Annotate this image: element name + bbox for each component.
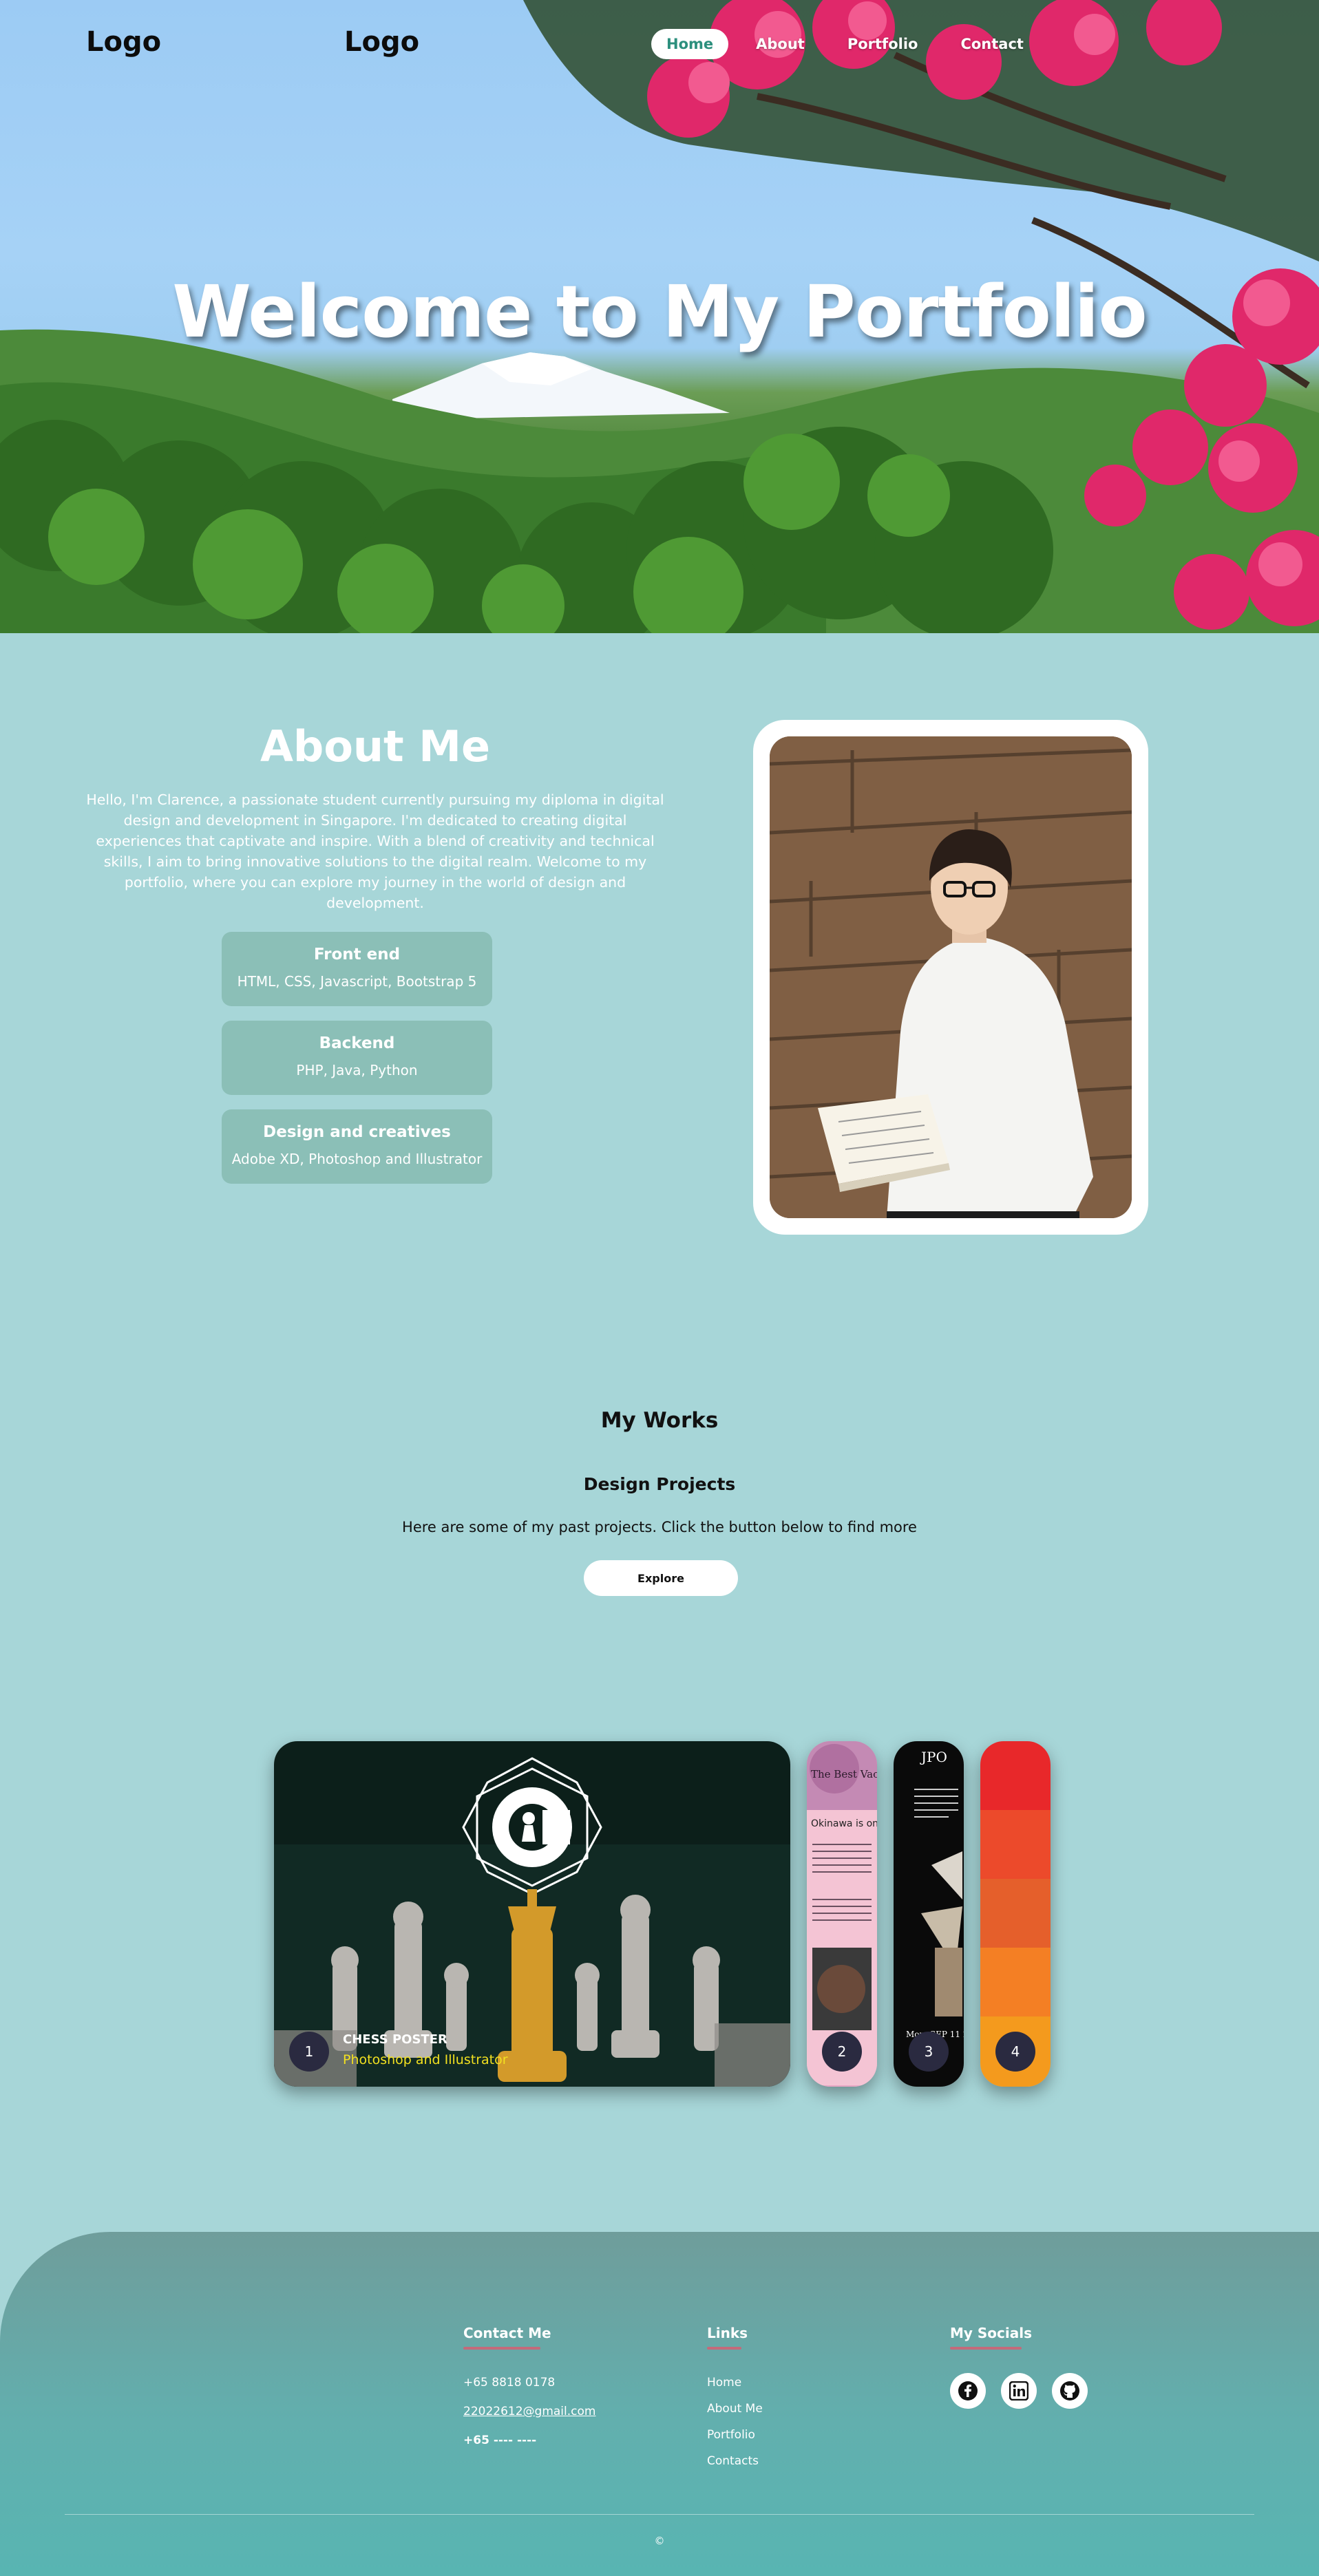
footer-link-about[interactable]: About Me: [707, 2402, 763, 2416]
footer-socials-title: My Socials: [950, 2325, 1033, 2341]
profile-photo: [770, 736, 1132, 1218]
palette-swatch: [980, 1741, 1051, 1810]
about-title: About Me: [260, 721, 491, 771]
skill-card-frontend: Front end HTML, CSS, Javascript, Bootstr…: [222, 932, 492, 1006]
github-icon[interactable]: [1052, 2373, 1088, 2409]
skill-title: Design and creatives: [263, 1123, 451, 1141]
facebook-icon[interactable]: [950, 2373, 986, 2409]
about-paragraph: Hello, I'm Clarence, a passionate studen…: [86, 791, 664, 911]
card-subtitle: Photoshop and Illustrator: [343, 2052, 508, 2067]
project-card-palette[interactable]: 4: [980, 1741, 1051, 2087]
footer-underline: [707, 2347, 741, 2350]
works-title: My Works: [600, 1408, 719, 1433]
explore-button[interactable]: Explore: [584, 1560, 738, 1596]
editorial-heading: JPO: [920, 1749, 947, 1765]
project-card-magazine[interactable]: The Best Vac Okinawa is on 2: [807, 1741, 877, 2087]
project-card-chess[interactable]: 1 CHESS POSTER Photoshop and Illustrator: [274, 1741, 790, 2087]
logo-left[interactable]: Logo: [86, 26, 161, 58]
project-card-editorial[interactable]: JPO Mon. SEP 11 2022 3: [894, 1741, 964, 2087]
palette-swatch: [980, 1948, 1051, 2016]
profile-photo-frame: [753, 720, 1148, 1235]
footer-link-portfolio[interactable]: Portfolio: [707, 2428, 763, 2442]
footer-contact-title: Contact Me: [463, 2325, 551, 2341]
skill-title: Backend: [319, 1034, 395, 1052]
skill-card-backend: Backend PHP, Java, Python: [222, 1021, 492, 1095]
footer: Contact Me +65 8818 0178 22022612@gmail.…: [0, 2232, 1319, 2576]
nav-contact[interactable]: Contact: [945, 29, 1039, 59]
card-number: 1: [289, 2032, 329, 2072]
palette-swatch: [980, 1879, 1051, 1948]
works-subtitle: Design Projects: [583, 1474, 736, 1494]
nav-about[interactable]: About: [741, 29, 820, 59]
contact-phone[interactable]: +65 8818 0178: [463, 2376, 595, 2389]
skill-title: Front end: [313, 946, 401, 964]
skill-body: Adobe XD, Photoshop and Illustrator: [231, 1151, 483, 1167]
footer-socials: My Socials: [950, 2325, 1088, 2409]
contact-email[interactable]: 22022612@gmail.com: [463, 2405, 595, 2418]
footer-link-contacts[interactable]: Contacts: [707, 2454, 763, 2468]
linkedin-icon[interactable]: [1001, 2373, 1037, 2409]
palette-swatch: [980, 1810, 1051, 1879]
magazine-heading: The Best Vac: [811, 1768, 877, 1780]
card-number: 4: [995, 2032, 1035, 2072]
card-title: CHESS POSTER: [343, 2032, 447, 2047]
works-description: Here are some of my past projects. Click…: [402, 1519, 917, 1535]
skill-body: PHP, Java, Python: [296, 1062, 418, 1078]
footer-underline: [950, 2347, 1022, 2350]
card-number: 3: [909, 2032, 949, 2072]
logo-right[interactable]: Logo: [344, 26, 419, 58]
skill-card-design: Design and creatives Adobe XD, Photoshop…: [222, 1109, 492, 1184]
footer-links: Links Home About Me Portfolio Contacts: [707, 2325, 763, 2468]
footer-link-home[interactable]: Home: [707, 2376, 763, 2389]
footer-divider: [65, 2514, 1254, 2515]
contact-other: +65 ---- ----: [463, 2434, 537, 2447]
footer-underline: [463, 2347, 540, 2350]
nav-home[interactable]: Home: [651, 29, 729, 59]
skill-body: HTML, CSS, Javascript, Bootstrap 5: [237, 973, 477, 990]
footer-contact: Contact Me +65 8818 0178 22022612@gmail.…: [463, 2325, 595, 2447]
footer-links-title: Links: [707, 2325, 748, 2341]
magazine-text: Okinawa is on: [811, 1818, 877, 1829]
copyright: ©: [654, 2535, 665, 2547]
main-nav: Home About Portfolio Contact: [651, 29, 1051, 59]
hero-section: Logo Logo Home About Portfolio Contact W…: [0, 0, 1319, 633]
hero-title: Welcome to My Portfolio: [172, 270, 1147, 354]
card-number: 2: [822, 2032, 862, 2072]
nav-portfolio[interactable]: Portfolio: [832, 29, 933, 59]
